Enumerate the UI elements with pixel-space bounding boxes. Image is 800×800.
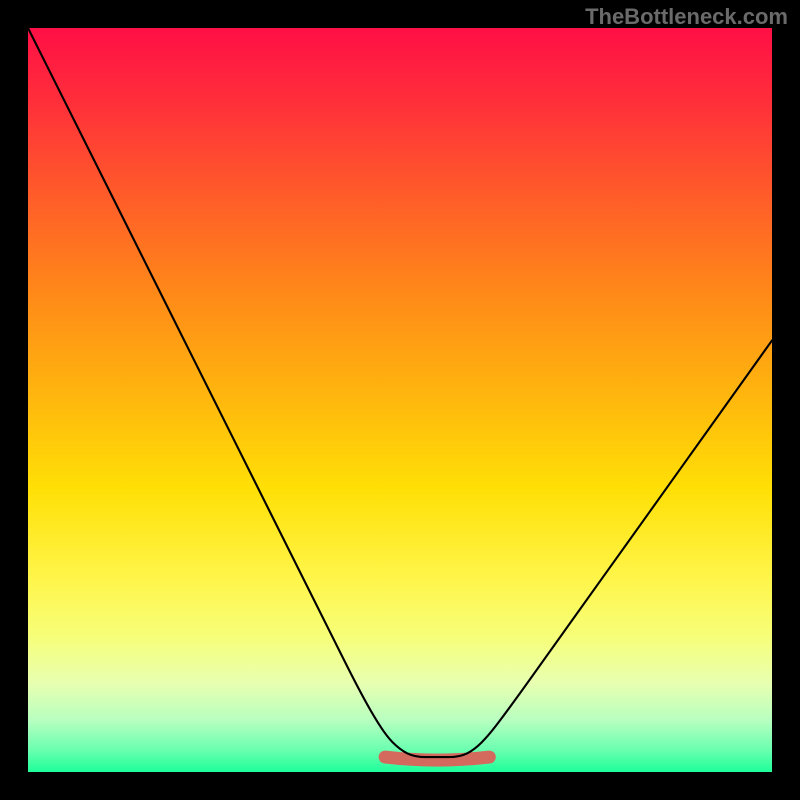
chart-frame: TheBottleneck.com xyxy=(0,0,800,800)
watermark-text: TheBottleneck.com xyxy=(585,4,788,30)
bottleneck-curve xyxy=(28,28,772,757)
curve-svg xyxy=(28,28,772,772)
plot-area xyxy=(28,28,772,772)
